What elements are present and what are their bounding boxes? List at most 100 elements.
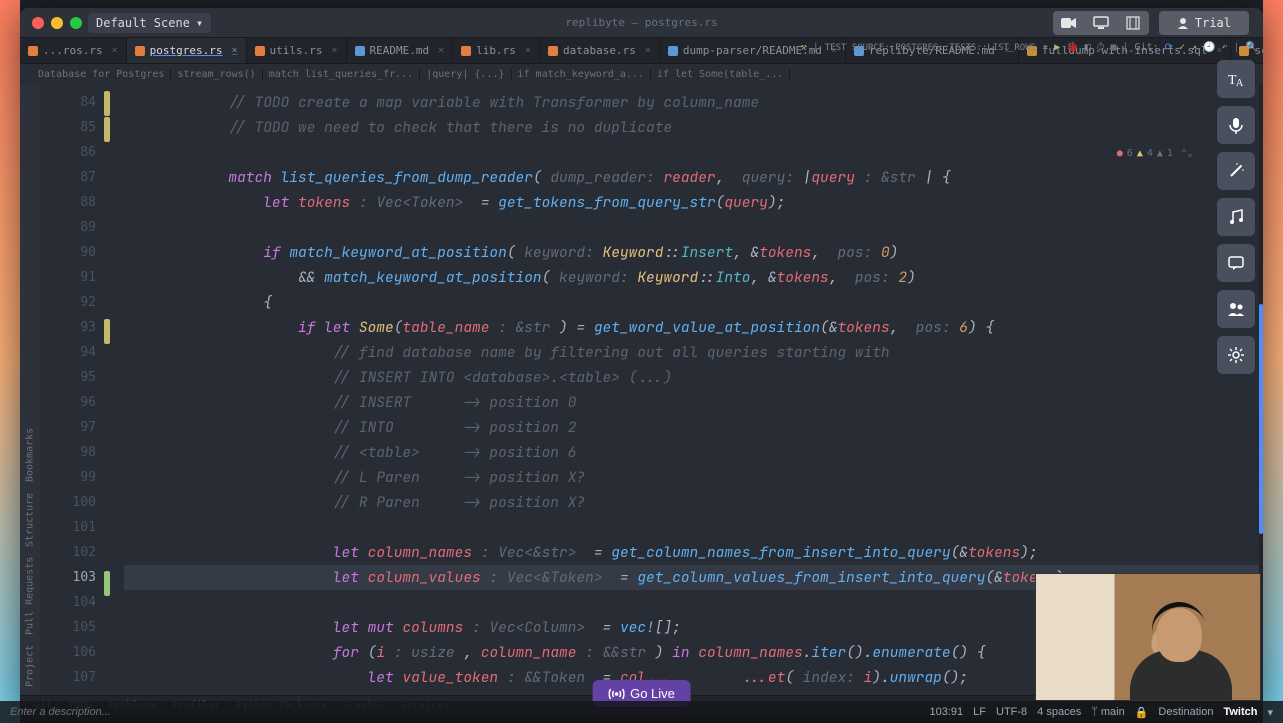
line-number[interactable]: 106 [40, 640, 96, 665]
close-window-icon[interactable] [32, 17, 44, 29]
film-icon[interactable] [1117, 11, 1149, 35]
code-line[interactable]: if let Some(table_name : &str ) = get_wo… [124, 315, 1263, 340]
line-number[interactable]: 100 [40, 490, 96, 515]
tool-window-tab[interactable]: Bookmarks [25, 428, 36, 482]
line-number[interactable]: 104 [40, 590, 96, 615]
lock-icon[interactable]: 🔒 [1135, 706, 1149, 719]
line-number[interactable]: 95 [40, 365, 96, 390]
monitor-icon[interactable] [1085, 11, 1117, 35]
line-number[interactable]: 101 [40, 515, 96, 540]
line-number[interactable]: 92 [40, 290, 96, 315]
line-number[interactable]: 90 [40, 240, 96, 265]
breadcrumb-item[interactable]: if match_keyword_a... [512, 69, 651, 80]
line-number[interactable]: 99 [40, 465, 96, 490]
editor-tab[interactable]: database.rs× [540, 38, 660, 63]
line-number[interactable]: 84 [40, 90, 96, 115]
coverage-icon[interactable]: ◧ [1085, 42, 1091, 53]
git-update-icon[interactable]: ⟳ [1165, 42, 1173, 53]
code-line[interactable]: let tokens : Vec<Token> = get_tokens_fro… [124, 190, 1263, 215]
chat-tool-button[interactable] [1217, 244, 1255, 282]
webcam-overlay[interactable] [1035, 573, 1261, 701]
code-line[interactable]: // TODO create a map variable with Trans… [124, 90, 1263, 115]
stop-icon[interactable]: ■ [1110, 42, 1116, 53]
git-commit-icon[interactable]: ✓ [1179, 42, 1185, 53]
line-number[interactable]: 97 [40, 415, 96, 440]
destination-value[interactable]: Twitch [1223, 706, 1257, 718]
people-tool-button[interactable] [1217, 290, 1255, 328]
close-tab-icon[interactable]: × [332, 45, 338, 56]
code-line[interactable] [124, 515, 1263, 540]
code-line[interactable]: && match_keyword_at_position( keyword: K… [124, 265, 1263, 290]
profile-icon[interactable]: ⏱ [1097, 42, 1105, 53]
indent-setting[interactable]: 4 spaces [1037, 706, 1081, 718]
scene-selector[interactable]: Default Scene ▾ [88, 13, 211, 33]
close-tab-icon[interactable]: × [438, 45, 444, 56]
code-line[interactable]: { [124, 290, 1263, 315]
code-line[interactable]: // L Paren -> position X? [124, 465, 1263, 490]
line-number[interactable]: 93 [40, 315, 96, 340]
editor-tab[interactable]: postgres.rs× [127, 38, 247, 63]
editor-tab[interactable]: utils.rs× [247, 38, 347, 63]
code-line[interactable]: let column_names : Vec<&str> = get_colum… [124, 540, 1263, 565]
code-line[interactable]: match list_queries_from_dump_reader( dum… [124, 165, 1263, 190]
code-line[interactable] [124, 140, 1263, 165]
breadcrumb-item[interactable]: stream_rows() [171, 69, 262, 80]
git-branch[interactable]: ᛘ main [1091, 706, 1125, 718]
line-number[interactable]: 86 [40, 140, 96, 165]
code-line[interactable]: // INSERT INTO <database>.<table> (...) [124, 365, 1263, 390]
magic-wand-button[interactable] [1217, 152, 1255, 190]
tool-window-tab[interactable]: Project [25, 645, 36, 687]
code-line[interactable]: // TODO we need to check that there is n… [124, 115, 1263, 140]
line-number[interactable]: 88 [40, 190, 96, 215]
line-number[interactable]: 107 [40, 665, 96, 690]
tool-window-tab[interactable]: Structure [25, 492, 36, 546]
code-line[interactable]: if match_keyword_at_position( keyword: K… [124, 240, 1263, 265]
code-line[interactable]: // R Paren -> position X? [124, 490, 1263, 515]
mic-tool-button[interactable] [1217, 106, 1255, 144]
git-history-icon[interactable]: 🕘 [1203, 42, 1215, 53]
breadcrumb-item[interactable]: match list_queries_fr... [263, 69, 421, 80]
line-number[interactable]: 94 [40, 340, 96, 365]
line-number[interactable]: 89 [40, 215, 96, 240]
line-number[interactable]: 96 [40, 390, 96, 415]
line-number[interactable]: 103 [40, 565, 96, 590]
line-number[interactable]: 85 [40, 115, 96, 140]
search-icon[interactable]: 🔍 [1246, 42, 1258, 53]
code-line[interactable]: // <table> -> position 6 [124, 440, 1263, 465]
file-encoding[interactable]: UTF-8 [996, 706, 1027, 718]
line-number[interactable]: 105 [40, 615, 96, 640]
close-tab-icon[interactable]: × [232, 45, 238, 56]
line-number[interactable]: 102 [40, 540, 96, 565]
close-tab-icon[interactable]: × [645, 45, 651, 56]
code-line[interactable] [124, 215, 1263, 240]
build-icon[interactable]: ⚒ [801, 42, 807, 53]
stream-description-input[interactable]: Enter a description... [10, 706, 111, 718]
text-tool-button[interactable]: TA [1217, 60, 1255, 98]
editor-tab[interactable]: ...ros.rs× [20, 38, 127, 63]
breadcrumb-item[interactable]: Database for Postgres [32, 69, 171, 80]
git-rollback-icon[interactable]: ↶ [1221, 42, 1227, 53]
editor-tab[interactable]: lib.rs× [453, 38, 540, 63]
tool-window-tab[interactable]: Pull Requests [25, 557, 36, 635]
trial-button[interactable]: Trial [1159, 11, 1249, 35]
run-icon[interactable]: ▶ [1054, 42, 1060, 53]
debug-icon[interactable]: 🐞 [1066, 42, 1078, 53]
close-tab-icon[interactable]: × [112, 45, 118, 56]
inspection-widget[interactable]: ●6 ▲4 ▲1 ⌃⌄ [1117, 148, 1193, 159]
settings-gear-button[interactable] [1217, 336, 1255, 374]
maximize-window-icon[interactable] [70, 17, 82, 29]
camera-icon[interactable] [1053, 11, 1085, 35]
run-config-selector[interactable]: TEST SOURCE::POSTGRES::TESTS::LIST_ROWS [825, 43, 1036, 53]
code-line[interactable]: // find database name by filtering out a… [124, 340, 1263, 365]
music-tool-button[interactable] [1217, 198, 1255, 236]
code-line[interactable]: // INTO -> position 2 [124, 415, 1263, 440]
line-separator[interactable]: LF [973, 706, 986, 718]
line-number[interactable]: 91 [40, 265, 96, 290]
editor-tab[interactable]: README.md× [347, 38, 454, 63]
minimize-window-icon[interactable] [51, 17, 63, 29]
line-number[interactable]: 98 [40, 440, 96, 465]
close-tab-icon[interactable]: × [525, 45, 531, 56]
breadcrumb-item[interactable]: |query| {...} [420, 69, 511, 80]
code-line[interactable]: // INSERT -> position 0 [124, 390, 1263, 415]
line-number[interactable]: 87 [40, 165, 96, 190]
